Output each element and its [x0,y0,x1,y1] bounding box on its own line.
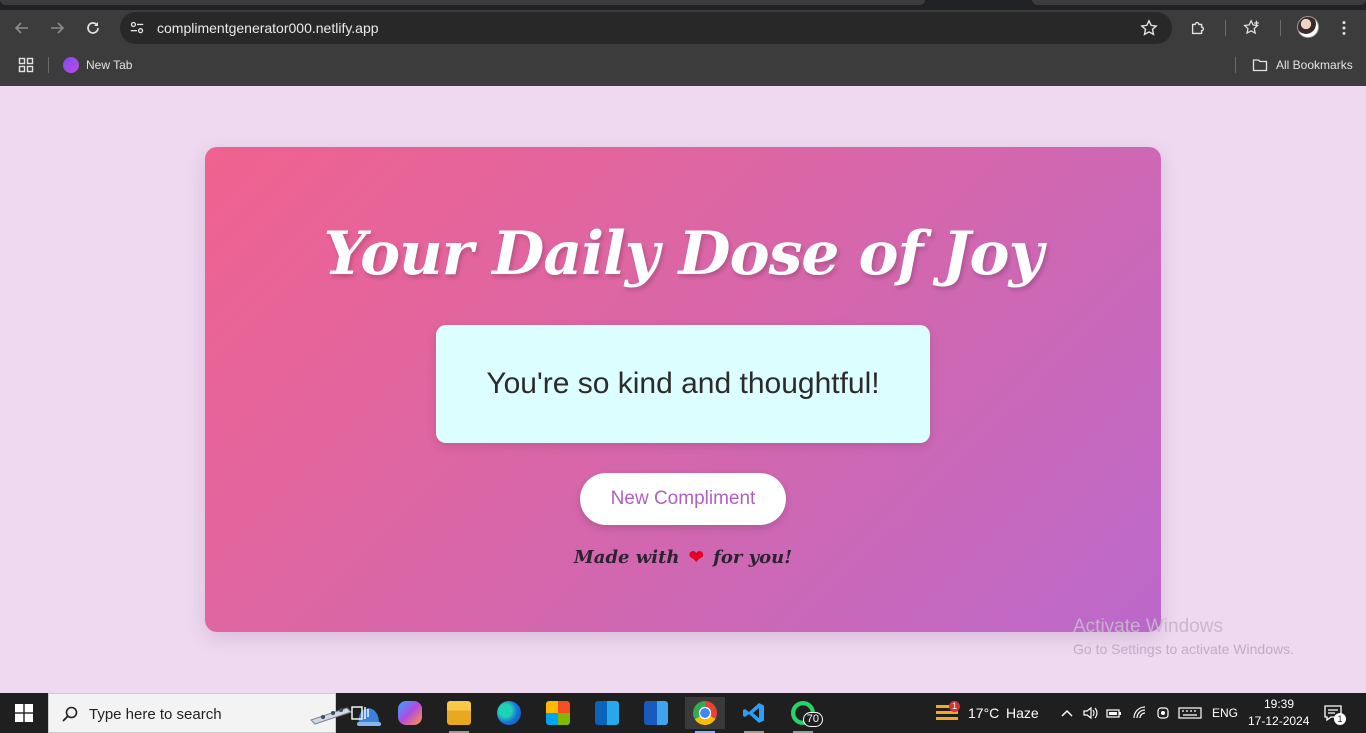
back-button[interactable] [8,14,36,42]
task-view-icon [351,706,369,720]
menu-button[interactable] [1334,18,1354,38]
toolbar-divider [1225,20,1226,36]
notification-center-button[interactable]: 1 [1323,703,1347,725]
page-title: Your Daily Dose of Joy [323,219,1044,289]
bookmark-new-tab[interactable]: New Tab [63,56,132,74]
folder-icon [1252,59,1268,72]
weather-alert-badge: 1 [949,701,960,712]
taskbar-vscode[interactable] [734,697,774,733]
page-viewport: Your Daily Dose of Joy You're so kind an… [0,86,1366,693]
folder-icon [447,701,471,725]
search-icon [62,706,78,722]
forward-icon [51,22,65,34]
new-tab-favicon-icon [63,57,79,73]
footer-note: Made with ❤ for you! [205,547,1161,568]
bookmark-label: New Tab [86,58,133,72]
search-placeholder: Type here to search [89,706,222,723]
taskbar-edge[interactable] [489,697,529,729]
bookmarks-divider [1235,57,1236,73]
chevron-up-icon[interactable] [1059,705,1075,721]
taskbar-word[interactable] [636,697,676,729]
copilot-icon [398,701,422,725]
word-icon [644,701,668,725]
compliment-box: You're so kind and thoughtful! [436,325,930,443]
watermark-line2: Go to Settings to activate Windows. [1073,641,1294,657]
battery-icon[interactable] [1106,705,1122,721]
taskbar-chrome[interactable] [685,697,725,733]
new-compliment-button[interactable]: New Compliment [580,473,786,525]
taskbar-copilot[interactable] [390,697,430,729]
watermark-line1: Activate Windows [1073,616,1223,637]
bookmarks-icon [1243,19,1260,35]
temperature: 17°C [968,705,1000,721]
bookmarks-bar: New Tab All Bookmarks [0,46,1366,86]
new-compliment-label: New Compliment [610,488,756,509]
task-view-button[interactable] [340,697,380,729]
clock-time[interactable]: 19:39 [1264,697,1294,711]
taskbar-store[interactable] [538,697,578,729]
edge-icon [497,701,521,725]
all-bookmarks-button[interactable]: All Bookmarks [1252,56,1353,74]
chrome-icon [693,701,717,725]
address-bar[interactable]: complimentgenerator000.netlify.app [120,12,1172,44]
apps-grid-icon[interactable] [18,57,34,73]
compliment-text: You're so kind and thoughtful! [486,367,880,400]
taskbar-file-explorer[interactable] [439,697,479,733]
bookmarks-divider [48,57,49,73]
tab-strip [0,0,1366,10]
language-indicator[interactable]: ENG [1212,706,1238,720]
clock-date[interactable]: 17-12-2024 [1248,714,1309,728]
compliment-card: Your Daily Dose of Joy You're so kind an… [205,147,1161,632]
notification-count: 1 [1334,713,1346,725]
profile-avatar[interactable] [1297,16,1319,38]
heart-icon: ❤ [688,547,704,568]
back-icon [14,22,28,34]
whatsapp-badge: 70 [802,712,823,727]
menu-icon [1342,21,1346,35]
taskbar-search-box[interactable]: Type here to search [48,693,381,733]
weather-widget[interactable]: 1 17°C Haze [934,693,1044,733]
footer-text-before: Made with [573,547,680,568]
browser-toolbar: complimentgenerator000.netlify.app [0,10,1366,46]
volume-icon[interactable] [1082,705,1098,721]
toolbar-divider [1280,20,1281,36]
star-icon[interactable] [1140,19,1158,37]
reload-button[interactable] [79,14,107,42]
footer-text-after: for you! [713,547,793,568]
url-text: complimentgenerator000.netlify.app [157,20,379,36]
bookmarks-button[interactable] [1242,18,1262,38]
vscode-icon [743,703,764,723]
extensions-button[interactable] [1188,18,1208,38]
reload-icon [87,22,99,34]
taskbar-outlook[interactable] [587,697,627,729]
taskbar-whatsapp[interactable]: 70 [783,697,823,733]
windows-start-icon[interactable] [15,704,33,722]
wifi-icon[interactable] [1132,705,1148,721]
keyboard-icon[interactable] [1178,705,1202,721]
extensions-icon [1191,21,1205,35]
outlook-icon [595,701,619,725]
forward-button[interactable] [43,14,71,42]
tab-edge [0,0,925,5]
tab-edge [1032,0,1366,5]
activate-windows-watermark: Activate Windows Go to Settings to activ… [1073,616,1294,657]
all-bookmarks-label: All Bookmarks [1276,58,1353,72]
windows-taskbar: Type here to search 70 1 17°C Haze ENG 1… [0,693,1366,733]
meet-now-icon[interactable] [1155,705,1171,721]
site-info-icon[interactable] [128,19,146,37]
store-icon [546,701,570,725]
weather-condition: Haze [1006,705,1039,721]
